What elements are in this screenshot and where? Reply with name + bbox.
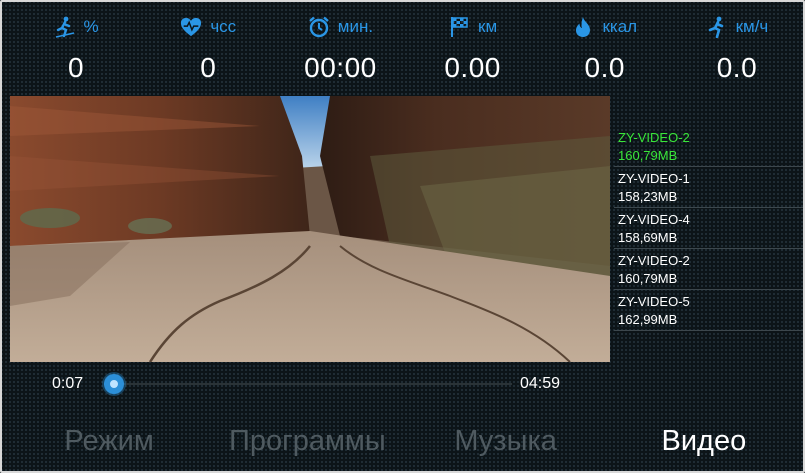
current-time: 0:07 [52, 375, 84, 392]
runner-icon [706, 16, 728, 38]
playback-progress: 0:07 04:59 [10, 362, 610, 406]
alarm-clock-icon [308, 16, 330, 38]
playlist-item[interactable]: ZY-VIDEO-2 160,79MB [614, 126, 803, 167]
video-name: ZY-VIDEO-1 [618, 171, 690, 186]
stat-value: 00:00 [304, 52, 377, 83]
video-frame [10, 96, 610, 362]
video-playlist: ZY-VIDEO-2 160,79MB ZY-VIDEO-1 158,23MB … [614, 126, 803, 331]
stat-unit: км [478, 17, 498, 36]
heart-rate-icon [180, 16, 202, 38]
video-name: ZY-VIDEO-5 [618, 294, 690, 309]
stat-incline: % 0 [10, 8, 142, 94]
tab-video[interactable]: Видео [605, 412, 803, 470]
stat-value: 0.0 [584, 52, 625, 83]
video-size: 158,69MB [618, 230, 678, 245]
stat-heart-rate: чсс 0 [142, 8, 274, 94]
duration: 04:59 [520, 375, 561, 392]
playlist-item[interactable]: ZY-VIDEO-1 158,23MB [614, 167, 803, 208]
tab-music[interactable]: Музыка [407, 412, 605, 470]
video-size: 158,23MB [618, 189, 678, 204]
stat-calories: ккал 0.0 [539, 8, 671, 94]
stat-distance: км 0.00 [407, 8, 539, 94]
stat-value: 0.0 [716, 52, 758, 83]
video-size: 160,79MB [618, 271, 678, 286]
stat-unit: ккал [602, 17, 638, 36]
video-size: 162,99MB [618, 312, 678, 327]
tab-programs[interactable]: Программы [208, 412, 406, 470]
stat-time: мин. 00:00 [274, 8, 406, 94]
bottom-nav: Режим Программы Музыка Видео [10, 412, 803, 470]
tab-mode[interactable]: Режим [10, 412, 208, 470]
video-name: ZY-VIDEO-2 [618, 253, 690, 268]
flame-icon [572, 16, 594, 38]
seek-thumb[interactable] [104, 374, 124, 394]
video-size: 160,79MB [618, 148, 678, 163]
playlist-item[interactable]: ZY-VIDEO-4 158,69MB [614, 208, 803, 249]
incline-runner-icon [54, 16, 76, 38]
playlist-item[interactable]: ZY-VIDEO-2 160,79MB [614, 249, 803, 290]
stat-unit: чсс [210, 17, 237, 36]
checkered-flag-icon [448, 16, 470, 38]
stat-unit: мин. [337, 17, 374, 36]
video-name: ZY-VIDEO-2 [618, 130, 690, 145]
playlist-item[interactable]: ZY-VIDEO-5 162,99MB [614, 290, 803, 331]
stat-value: 0 [200, 52, 217, 83]
video-player[interactable] [10, 96, 610, 362]
video-name: ZY-VIDEO-4 [618, 212, 690, 227]
stat-value: 0 [68, 52, 85, 83]
seek-bar[interactable] [104, 374, 512, 394]
stat-speed: км/ч 0.0 [671, 8, 803, 94]
stat-unit: % [83, 17, 99, 36]
stat-value: 0.00 [444, 52, 501, 83]
stat-unit: км/ч [735, 17, 769, 36]
stats-bar: % 0 чсс 0 мин. 00:00 км 0.00 ккал 0.0 км… [10, 8, 803, 94]
